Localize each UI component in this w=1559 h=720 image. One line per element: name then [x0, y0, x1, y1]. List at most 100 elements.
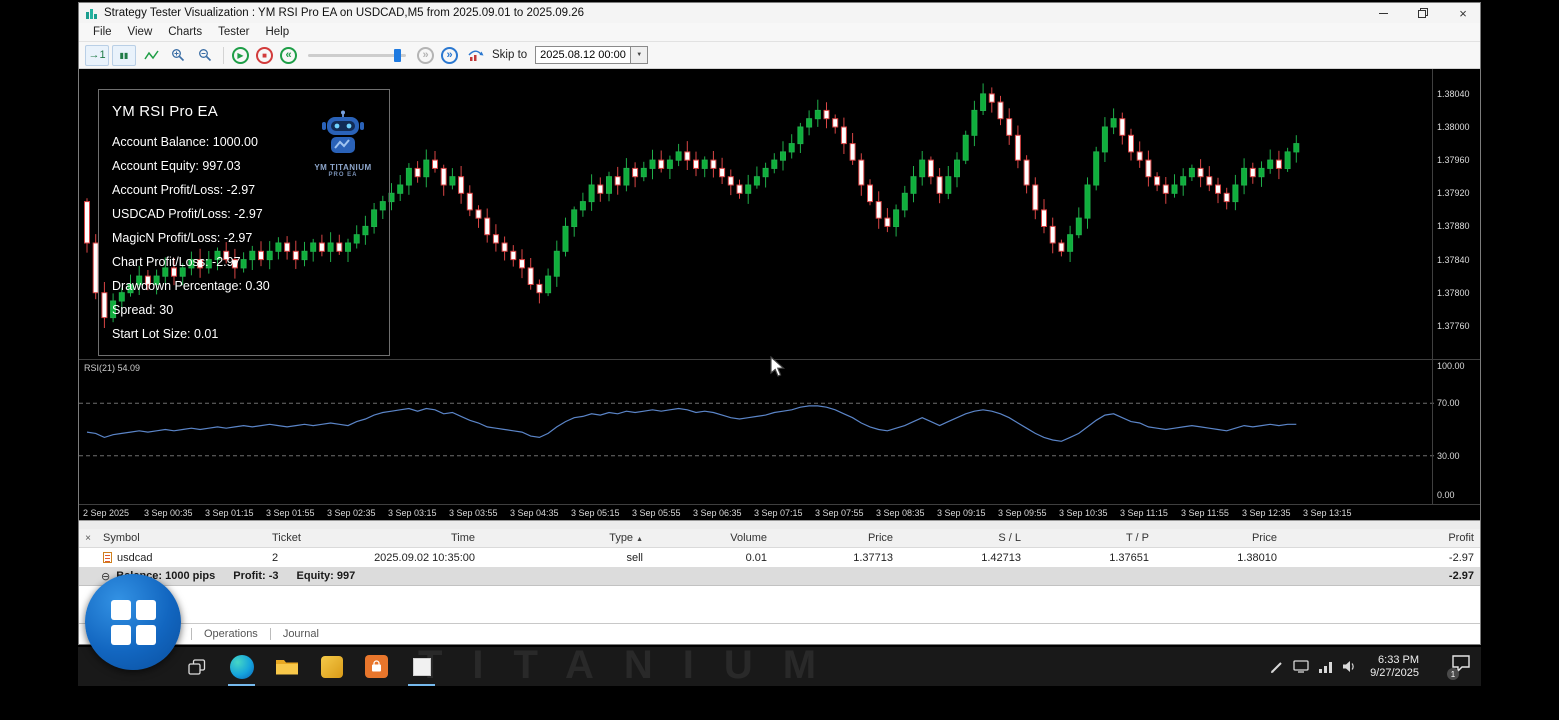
candle-body: [432, 159, 438, 169]
candle-body: [1293, 143, 1300, 153]
price-axis-label: 1.37800: [1437, 288, 1470, 298]
candle-body: [414, 167, 421, 178]
strategy-tester-window: Strategy Tester Visualization : YM RSI P…: [78, 2, 1481, 645]
running-app-button[interactable]: [399, 647, 444, 686]
skip-date-input[interactable]: [536, 47, 631, 63]
pen-icon[interactable]: [1270, 660, 1284, 674]
skip-to-end-button[interactable]: »: [441, 46, 458, 64]
candle-body: [1197, 167, 1204, 178]
skip-button[interactable]: [463, 45, 487, 66]
rewind-icon: «: [285, 49, 292, 61]
price-axis-label: 1.38040: [1437, 89, 1470, 99]
time-axis-label: 3 Sep 09:15: [937, 508, 986, 518]
candle-body: [1232, 184, 1239, 203]
candle-body: [988, 93, 995, 103]
price-value: 1.37713: [853, 551, 893, 564]
time-axis-label: 3 Sep 07:55: [815, 508, 864, 518]
task-view-button[interactable]: [174, 647, 219, 686]
yellow-app-button[interactable]: [309, 647, 354, 686]
wallpaper-text: TITANIUM: [418, 647, 847, 686]
candle-body: [710, 159, 717, 169]
candle-body: [545, 275, 552, 294]
tab-operations[interactable]: Operations: [191, 628, 270, 640]
restore-button[interactable]: [1406, 3, 1440, 23]
stop-button[interactable]: ■: [256, 46, 273, 64]
candle-body: [1110, 118, 1117, 128]
start-button[interactable]: [85, 574, 181, 670]
menu-help[interactable]: Help: [257, 25, 297, 39]
order-doc-icon: [103, 552, 112, 563]
zigzag-tool-button[interactable]: [139, 45, 163, 66]
ea-line-drawdown: Drawdown Percentage: 0.30: [112, 279, 270, 293]
rsi-chart-svg[interactable]: [79, 360, 1434, 503]
skip-to-label: Skip to: [492, 49, 528, 61]
zigzag-icon: [143, 50, 159, 60]
zoom-out-button[interactable]: [193, 45, 217, 66]
candle-body: [571, 209, 578, 227]
taskbar-clock[interactable]: 6:33 PM 9/27/2025: [1370, 654, 1419, 680]
time-axis-label: 3 Sep 05:15: [571, 508, 620, 518]
stop-icon: ■: [262, 50, 267, 60]
monitor-icon[interactable]: [1293, 660, 1309, 673]
price-axis: 1.38040 1.38000 1.37960 1.37920 1.37880 1.378…: [1432, 69, 1480, 359]
minimize-button[interactable]: [1366, 3, 1400, 23]
header-price[interactable]: Price: [773, 532, 899, 544]
menu-view[interactable]: View: [120, 25, 161, 39]
candle-body: [884, 217, 891, 227]
close-icon: ×: [1459, 5, 1467, 21]
candle-body: [727, 176, 734, 186]
rsi-line: [86, 405, 1297, 442]
candle-body: [980, 93, 987, 111]
candle-body: [1206, 176, 1213, 186]
header-volume[interactable]: Volume: [649, 532, 773, 544]
header-close-price[interactable]: Price: [1155, 532, 1283, 544]
candle-body: [701, 159, 708, 169]
close-panel-button[interactable]: ×: [79, 533, 97, 544]
menu-tester[interactable]: Tester: [210, 25, 257, 39]
play-button[interactable]: ▶: [232, 46, 249, 64]
balance-profit-text: Profit: -3: [233, 570, 279, 582]
zoom-in-button[interactable]: [166, 45, 190, 66]
taskbar-icons: [174, 647, 444, 686]
header-tp[interactable]: T / P: [1027, 532, 1155, 544]
trade-row[interactable]: usdcad 2 2025.09.02 10:35:00 sell 0.01 1…: [79, 548, 1480, 567]
candle-body: [597, 184, 604, 194]
date-dropdown-button[interactable]: ▼: [630, 47, 648, 63]
edge-browser-button[interactable]: [219, 647, 264, 686]
header-symbol[interactable]: Symbol: [97, 532, 266, 544]
rsi-axis-label: 30.00: [1437, 451, 1460, 461]
tp-value: 1.37651: [1109, 551, 1149, 564]
time-axis-label: 3 Sep 11:55: [1181, 508, 1229, 518]
candle-body: [1258, 167, 1265, 178]
panel-splitter[interactable]: [79, 520, 1480, 529]
slider-thumb[interactable]: [394, 48, 401, 62]
header-time[interactable]: Time: [356, 532, 481, 544]
price-axis-label: 1.37760: [1437, 321, 1470, 331]
candle-body: [780, 151, 786, 161]
menu-file[interactable]: File: [85, 25, 120, 39]
header-type[interactable]: Type ▲: [481, 532, 649, 544]
candle-body: [501, 242, 508, 252]
toolbar-separator: [223, 46, 224, 64]
candle-body: [1041, 209, 1047, 227]
header-ticket[interactable]: Ticket: [266, 532, 356, 544]
header-sl[interactable]: S / L: [899, 532, 1027, 544]
notification-center-button[interactable]: 1: [1447, 653, 1473, 680]
network-icon[interactable]: [1318, 661, 1333, 673]
tab-journal[interactable]: Journal: [269, 628, 331, 640]
candle-body: [1128, 134, 1134, 153]
speed-slider[interactable]: [308, 47, 406, 64]
volume-icon[interactable]: [1342, 660, 1357, 673]
file-explorer-button[interactable]: [264, 647, 309, 686]
menu-charts[interactable]: Charts: [160, 25, 210, 39]
store-button[interactable]: [354, 647, 399, 686]
pause-button[interactable]: ▮▮: [112, 44, 136, 66]
step-forward-button[interactable]: →1: [85, 44, 109, 66]
header-profit[interactable]: Profit: [1283, 532, 1480, 544]
rewind-button[interactable]: «: [280, 46, 297, 64]
time-value: 2025.09.02 10:35:00: [374, 551, 475, 564]
close-button[interactable]: ×: [1446, 3, 1480, 23]
candle-body: [971, 109, 978, 136]
candle-body: [797, 126, 804, 145]
forward-button-disabled: »: [417, 46, 434, 64]
